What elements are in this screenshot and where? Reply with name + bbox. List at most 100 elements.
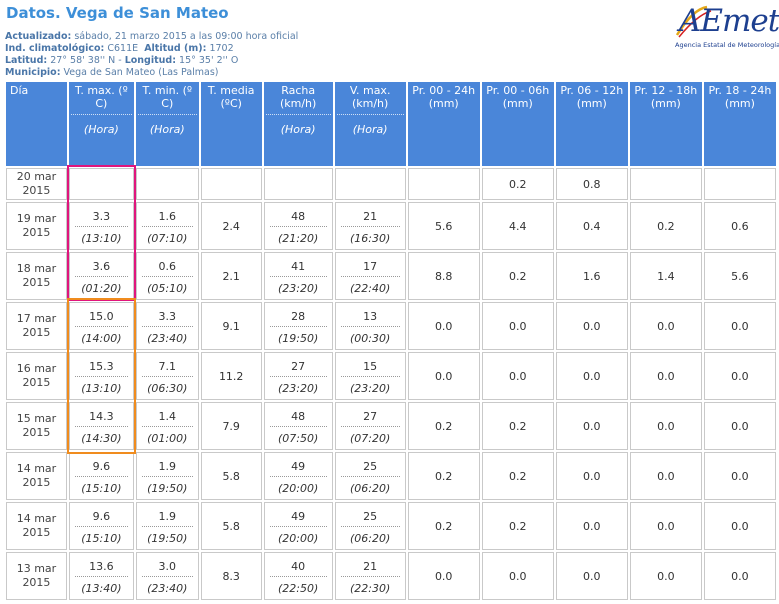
vmax-cell-value: 27 — [340, 408, 400, 427]
column-header: Pr. 12 - 18h (mm) — [629, 82, 702, 166]
pr-06-12-cell: 0.0 — [555, 452, 628, 500]
racha-cell-time: (19:50) — [277, 331, 319, 345]
table-row: 18 mar 2015 3.6 (01:20) 0.6 (05:10) 2.1 41 (23:… — [6, 252, 776, 300]
racha-cell-value: 48 — [269, 208, 327, 227]
pr-06-12-cell: 0.0 — [555, 502, 628, 550]
pr-06-12-cell: 0.0 — [555, 302, 628, 350]
tmax-cell-value: 3.3 — [74, 208, 128, 227]
ind-label: Ind. climatológico: — [5, 43, 105, 54]
racha-cell-value: 49 — [269, 508, 327, 527]
racha-cell-value: 41 — [269, 258, 327, 277]
vmax-cell-time: (22:40) — [350, 281, 391, 295]
tmax-cell: 14.3 (14:30) — [68, 402, 134, 450]
table-row: 19 mar 2015 3.3 (13:10) 1.6 (07:10) 2.4 48 (21:… — [6, 202, 776, 250]
tmax-cell — [68, 168, 134, 200]
tmed-cell: 8.3 — [200, 552, 262, 600]
pr-06-12-cell: 0.4 — [555, 202, 628, 250]
alt-value: 1702 — [209, 43, 234, 54]
tmin-cell: 7.1 (06:30) — [135, 352, 199, 400]
updated-line: Actualizado: sábado, 21 marzo 2015 a las… — [5, 31, 298, 42]
column-label: Pr. 00 - 24h — [412, 84, 476, 97]
column-unit: (mm) — [502, 97, 533, 110]
racha-cell-time: (07:50) — [277, 431, 319, 445]
pr-18-24-cell — [703, 168, 776, 200]
tmed-cell: 11.2 — [200, 352, 262, 400]
column-label: Pr. 06 - 12h — [560, 84, 624, 97]
tmax-cell-time: (14:00) — [81, 331, 122, 345]
racha-cell: 49 (20:00) — [263, 452, 333, 500]
pr-00-24-cell — [407, 168, 480, 200]
column-hora: (Hora) — [70, 114, 132, 136]
tmin-cell-time: (06:30) — [147, 381, 188, 395]
column-label: Pr. 12 - 18h — [634, 84, 698, 97]
column-header: Pr. 18 - 24h (mm) — [703, 82, 776, 166]
racha-cell: 48 (21:20) — [263, 202, 333, 250]
day-cell: 14 mar 2015 — [6, 452, 67, 500]
vmax-cell-value: 21 — [340, 558, 400, 577]
pr-12-18-cell: 0.0 — [629, 502, 702, 550]
aemet-logo[interactable]: AEmet Agencia Estatal de Meteorología — [673, 3, 779, 51]
racha-cell-time: (23:20) — [277, 281, 319, 295]
table-row: 20 mar 2015 0.2 0.8 — [6, 168, 776, 200]
vmax-cell: 25 (06:20) — [334, 502, 406, 550]
municipio-line: Municipio: Vega de San Mateo (Las Palmas… — [5, 67, 219, 78]
day-cell: 20 mar 2015 — [6, 168, 67, 200]
tmed-cell: 9.1 — [200, 302, 262, 350]
racha-cell-time: (21:20) — [277, 231, 319, 245]
tmax-cell: 15.0 (14:00) — [68, 302, 134, 350]
pr-00-24-cell: 0.2 — [407, 402, 480, 450]
column-header: T. max. (º C) (Hora) — [68, 82, 134, 166]
pr-18-24-cell: 0.0 — [703, 552, 776, 600]
vmax-cell-value: 25 — [340, 458, 400, 477]
lon-value: 15° 35' 2'' O — [179, 55, 239, 66]
table-header: Día T. max. (º C) (Hora) T. min. (º C) (Hora… — [6, 82, 776, 166]
tmed-cell: 2.1 — [200, 252, 262, 300]
pr-12-18-cell: 1.4 — [629, 252, 702, 300]
racha-cell-time: (20:00) — [277, 531, 319, 545]
column-header: V. max. (km/h) (Hora) — [334, 82, 406, 166]
tmin-cell-value: 0.6 — [141, 258, 193, 277]
column-unit: (mm) — [650, 97, 681, 110]
column-label: Pr. 00 - 06h — [486, 84, 550, 97]
pr-00-24-cell: 0.0 — [407, 552, 480, 600]
pr-00-24-cell: 8.8 — [407, 252, 480, 300]
tmin-cell-time: (19:50) — [147, 531, 188, 545]
vmax-cell: 21 (22:30) — [334, 552, 406, 600]
table-row: 13 mar 2015 13.6 (13:40) 3.0 (23:40) 8.3 40 (22… — [6, 552, 776, 600]
tmed-cell: 2.4 — [200, 202, 262, 250]
pr-12-18-cell: 0.0 — [629, 302, 702, 350]
racha-cell: 28 (19:50) — [263, 302, 333, 350]
racha-cell-time: (20:00) — [277, 481, 319, 495]
column-label: T. max. (º C) — [74, 84, 128, 110]
column-label: T. media (ºC) — [207, 84, 255, 110]
alt-label: Altitud (m): — [144, 43, 207, 54]
tmax-cell-time: (15:10) — [81, 481, 122, 495]
column-unit: (mm) — [724, 97, 755, 110]
pr-06-12-cell: 0.8 — [555, 168, 628, 200]
vmax-cell: 17 (22:40) — [334, 252, 406, 300]
pr-18-24-cell: 0.0 — [703, 402, 776, 450]
column-unit: (mm) — [428, 97, 459, 110]
pr-00-06-cell: 0.0 — [481, 352, 554, 400]
climate-table: Día T. max. (º C) (Hora) T. min. (º C) (Hora… — [4, 80, 778, 602]
tmin-cell — [135, 168, 199, 200]
tmin-cell: 1.9 (19:50) — [135, 502, 199, 550]
table-row: 14 mar 2015 9.6 (15:10) 1.9 (19:50) 5.8 49 (20:… — [6, 452, 776, 500]
pr-00-06-cell: 0.0 — [481, 302, 554, 350]
tmin-cell-value: 1.9 — [141, 458, 193, 477]
pr-00-06-cell: 0.2 — [481, 502, 554, 550]
column-header: T. media (ºC) — [200, 82, 262, 166]
tmed-cell: 7.9 — [200, 402, 262, 450]
pr-12-18-cell — [629, 168, 702, 200]
tmin-cell: 3.3 (23:40) — [135, 302, 199, 350]
column-label: Racha — [281, 84, 316, 97]
racha-cell: 27 (23:20) — [263, 352, 333, 400]
table-row: 14 mar 2015 9.6 (15:10) 1.9 (19:50) 5.8 49 (20:… — [6, 502, 776, 550]
pr-00-06-cell: 0.2 — [481, 402, 554, 450]
vmax-cell: 15 (23:20) — [334, 352, 406, 400]
vmax-cell: 27 (07:20) — [334, 402, 406, 450]
logo-word: AEmet — [679, 3, 779, 39]
vmax-cell-time: (06:20) — [350, 481, 391, 495]
day-cell: 13 mar 2015 — [6, 552, 67, 600]
pr-18-24-cell: 0.0 — [703, 302, 776, 350]
